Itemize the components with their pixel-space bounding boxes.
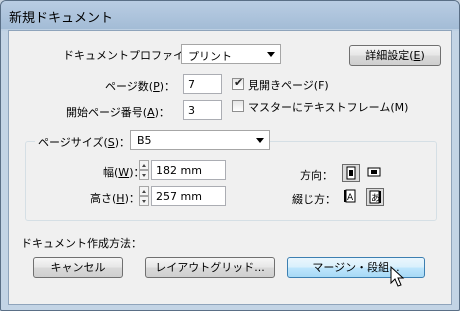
page-size-label-main: ページサイズ( (38, 136, 108, 149)
binding-left-button[interactable]: A (342, 188, 360, 206)
stepper-up-icon[interactable] (139, 186, 149, 196)
binding-right-button[interactable]: あ (366, 188, 384, 206)
height-label-key: H (116, 192, 125, 205)
page-size-label-key: S (107, 136, 115, 149)
start-page-input[interactable]: 3 (183, 100, 222, 120)
start-page-label: 開始ページ番号(A)： (66, 104, 170, 120)
page-size-dropdown[interactable]: B5 (130, 130, 270, 150)
height-label-end: )： (124, 192, 140, 205)
master-text-frame-label[interactable]: マスターにテキストフレーム(M) (248, 99, 408, 115)
stepper-down-icon[interactable] (139, 170, 149, 180)
creation-method-label: ドキュメント作成方法： (21, 237, 142, 250)
width-input[interactable]: 182 mm (151, 160, 226, 180)
height-label-main: 高さ( (90, 192, 117, 205)
detail-settings-label-end: ) (420, 49, 425, 62)
title-bar[interactable]: 新規ドキュメント (1, 1, 459, 29)
start-page-label-main: 開始ページ番号( (66, 106, 148, 119)
profile-value: プリント (188, 50, 232, 63)
page-size-label: ページサイズ(S)： (35, 134, 134, 150)
master-text-frame-checkbox[interactable] (232, 100, 244, 112)
svg-text:A: A (347, 193, 354, 203)
pages-label: ページ数(P)： (105, 78, 175, 94)
new-document-dialog: 新規ドキュメント ドキュメントプロファイル： プリント 詳細設定(E) ページ数… (0, 0, 460, 311)
facing-pages-label[interactable]: 見開きページ(F) (248, 77, 329, 93)
width-label-main: 幅( (103, 166, 119, 179)
profile-dropdown[interactable]: プリント (181, 44, 281, 64)
pages-label-main: ページ数( (105, 80, 154, 93)
page-size-value: B5 (137, 134, 152, 147)
orientation-portrait-button[interactable] (342, 164, 360, 182)
start-page-value: 3 (188, 104, 195, 117)
width-value: 182 mm (156, 164, 202, 177)
width-stepper[interactable] (139, 160, 149, 180)
width-label-key: W (118, 166, 130, 179)
landscape-page-icon (367, 167, 381, 177)
pages-value: 7 (188, 78, 195, 91)
layout-grid-button[interactable]: レイアウトグリッド... (145, 257, 275, 278)
dialog-title: 新規ドキュメント (9, 11, 114, 26)
check-icon: ✔ (234, 76, 244, 89)
detail-settings-button[interactable]: 詳細設定(E) (349, 45, 441, 66)
mouse-cursor-icon (390, 266, 405, 287)
height-input[interactable]: 257 mm (151, 186, 226, 206)
cancel-button[interactable]: キャンセル (33, 257, 123, 278)
orientation-label: 方向： (300, 169, 333, 182)
binding-right-icon: あ (369, 190, 381, 204)
svg-text:あ: あ (371, 193, 380, 204)
stepper-down-icon[interactable] (139, 196, 149, 206)
detail-settings-label-main: 詳細設定( (365, 49, 414, 62)
height-stepper[interactable] (139, 186, 149, 206)
start-page-label-key: A (147, 106, 155, 119)
orientation-landscape-button[interactable] (366, 164, 384, 182)
binding-label: 綴じ方： (292, 193, 336, 206)
pages-label-key: P (153, 80, 160, 93)
portrait-page-icon (346, 166, 356, 180)
pages-label-end: )： (159, 80, 176, 93)
binding-left-icon: A (344, 189, 356, 203)
chevron-down-icon (256, 138, 264, 143)
dialog-body: ドキュメントプロファイル： プリント 詳細設定(E) ページ数(P)： 7 ✔ … (8, 30, 452, 305)
pages-input[interactable]: 7 (183, 74, 222, 94)
height-label: 高さ(H)： (90, 190, 140, 206)
facing-pages-checkbox[interactable]: ✔ (232, 76, 244, 90)
start-page-label-end: )： (154, 106, 170, 119)
chevron-down-icon (267, 52, 275, 57)
page-size-label-end: )： (114, 136, 131, 149)
height-value: 257 mm (156, 190, 202, 203)
stepper-up-icon[interactable] (139, 160, 149, 170)
